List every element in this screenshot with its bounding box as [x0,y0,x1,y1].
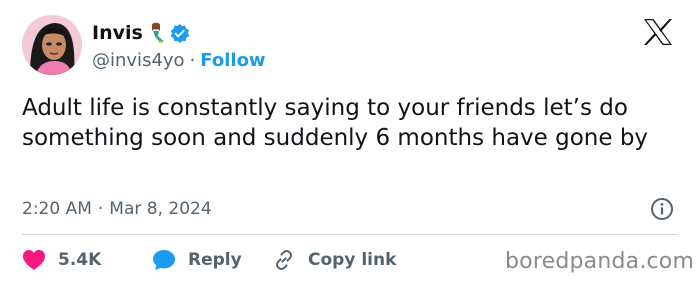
avatar[interactable] [22,15,82,75]
avatar-image [22,15,82,75]
copy-link-button[interactable]: Copy link [272,248,396,272]
reply-bubble-icon [153,250,175,270]
link-icon [276,250,292,270]
divider [22,234,678,235]
author-handle[interactable]: @invis4yo [92,50,185,71]
reply-button[interactable]: Reply [152,249,272,271]
verified-badge-icon [169,23,190,44]
tweet-date[interactable]: Mar 8, 2024 [109,199,211,219]
author-handle-row: @invis4yo · Follow [92,48,266,72]
like-button[interactable]: 5.4K [22,249,152,271]
watermark: boredpanda.com [505,249,695,274]
reply-label: Reply [188,250,242,270]
x-logo-icon[interactable] [643,18,673,46]
copy-link-label: Copy link [308,250,397,270]
tweet-text: Adult life is constantly saying to your … [22,95,649,151]
mermaid-emoji-icon [146,22,166,44]
heart-icon [23,250,45,270]
timestamp-separator: · [97,199,104,219]
author-name-row: Invis [92,20,190,46]
handle-separator: · [189,49,196,71]
tweet-card: Invis @invis4yo · Follow Adult life is c… [0,0,700,287]
author-display-name[interactable]: Invis [92,22,143,44]
follow-button[interactable]: Follow [200,50,265,71]
tweet-actions: 5.4K Reply Copy link [22,246,396,274]
like-count: 5.4K [58,250,102,270]
tweet-timestamp[interactable]: 2:20 AM · Mar 8, 2024 [22,196,212,222]
info-icon[interactable] [650,197,674,221]
tweet-time[interactable]: 2:20 AM [22,199,92,219]
